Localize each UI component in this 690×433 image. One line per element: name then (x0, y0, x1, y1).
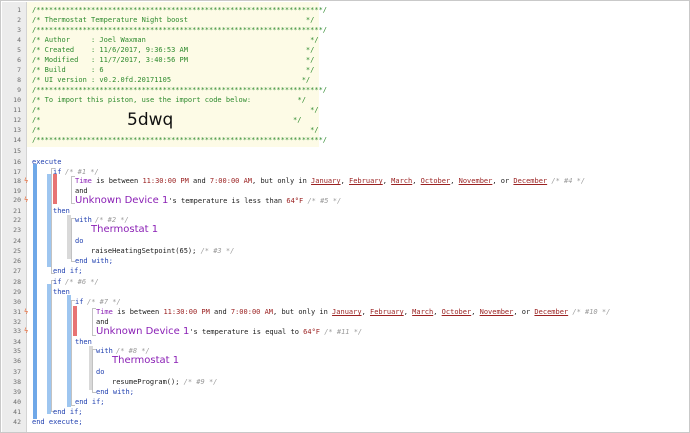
code-line: 36 Thermostat 1 (1, 355, 689, 367)
header-rule: /***************************************… (32, 136, 328, 144)
end-if-keyword[interactable]: end if; (53, 266, 83, 277)
lightning-bolt-icon: ϟ (24, 196, 29, 204)
device-thermostat[interactable]: Thermostat 1 (112, 355, 179, 366)
line-number: 23 (13, 226, 21, 234)
code-line: 23 Thermostat 1 (1, 224, 689, 236)
line-number: 20 (13, 196, 21, 204)
line-number: 36 (13, 357, 21, 365)
line-number: 27 (13, 267, 21, 275)
lightning-bolt-icon: ϟ (24, 327, 29, 335)
code-line: 20 ϟ Unknown Device 1's temperature is les… (1, 195, 689, 206)
code-line: 42 end execute; (1, 417, 689, 428)
code-line: 27 end if; (1, 266, 689, 277)
line-number: 42 (13, 418, 21, 426)
code-line: 14 /*************************************… (1, 135, 689, 146)
line-number: 14 (13, 136, 21, 144)
end-execute-keyword[interactable]: end execute; (32, 417, 83, 428)
code-line: 15 (1, 146, 689, 157)
line-number: 33 (13, 327, 21, 335)
device-thermostat[interactable]: Thermostat 1 (91, 224, 158, 235)
code-line: 33 ϟ Unknown Device 1's temperature is equ… (1, 326, 689, 337)
line-number: 15 (13, 147, 21, 155)
piston-code-viewer: 1/**************************************… (0, 0, 690, 433)
